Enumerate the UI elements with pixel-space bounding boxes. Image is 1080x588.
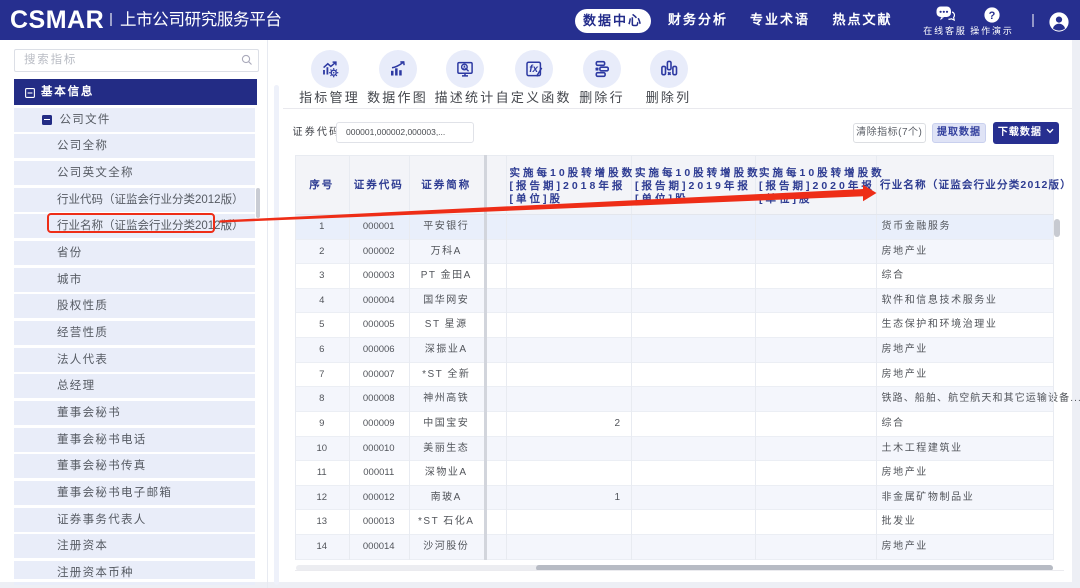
svg-text:fx: fx	[529, 64, 538, 75]
svg-text:?: ?	[989, 9, 996, 21]
